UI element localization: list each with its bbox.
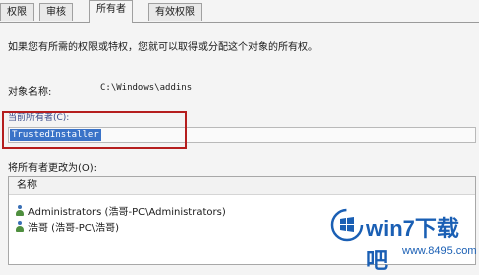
user-icon: [15, 221, 25, 232]
highlight-annotation-box: [2, 111, 187, 149]
watermark-logo: win7下载吧 www.8495.com: [330, 205, 479, 273]
list-item-label: Administrators (浩哥-PC\Administrators): [28, 207, 226, 218]
list-item-label: 浩哥 (浩哥-PC\浩哥): [28, 223, 119, 234]
list-item-user[interactable]: 浩哥 (浩哥-PC\浩哥): [15, 221, 119, 235]
watermark-url: www.8495.com: [402, 245, 477, 257]
list-column-header-name[interactable]: 名称: [9, 177, 475, 195]
tab-auditing[interactable]: 审核: [39, 3, 73, 21]
object-name-label: 对象名称:: [8, 87, 52, 98]
watermark-brand: win7下载吧: [366, 216, 459, 273]
tab-bar: 权限 审核 所有者 有效权限: [0, 0, 479, 23]
user-group-icon: [15, 205, 25, 216]
tab-permissions[interactable]: 权限: [0, 3, 34, 21]
intro-text: 如果您有所需的权限或特权，您就可以取得或分配这个对象的所有权。: [8, 42, 318, 53]
list-item-administrators[interactable]: Administrators (浩哥-PC\Administrators): [15, 205, 226, 219]
object-name-value: C:\Windows\addins: [100, 83, 193, 93]
tab-effective-permissions[interactable]: 有效权限: [148, 3, 202, 21]
windows-logo-icon: [330, 208, 364, 242]
change-owner-label: 将所有者更改为(O):: [8, 163, 98, 174]
tab-owner[interactable]: 所有者: [89, 0, 133, 23]
